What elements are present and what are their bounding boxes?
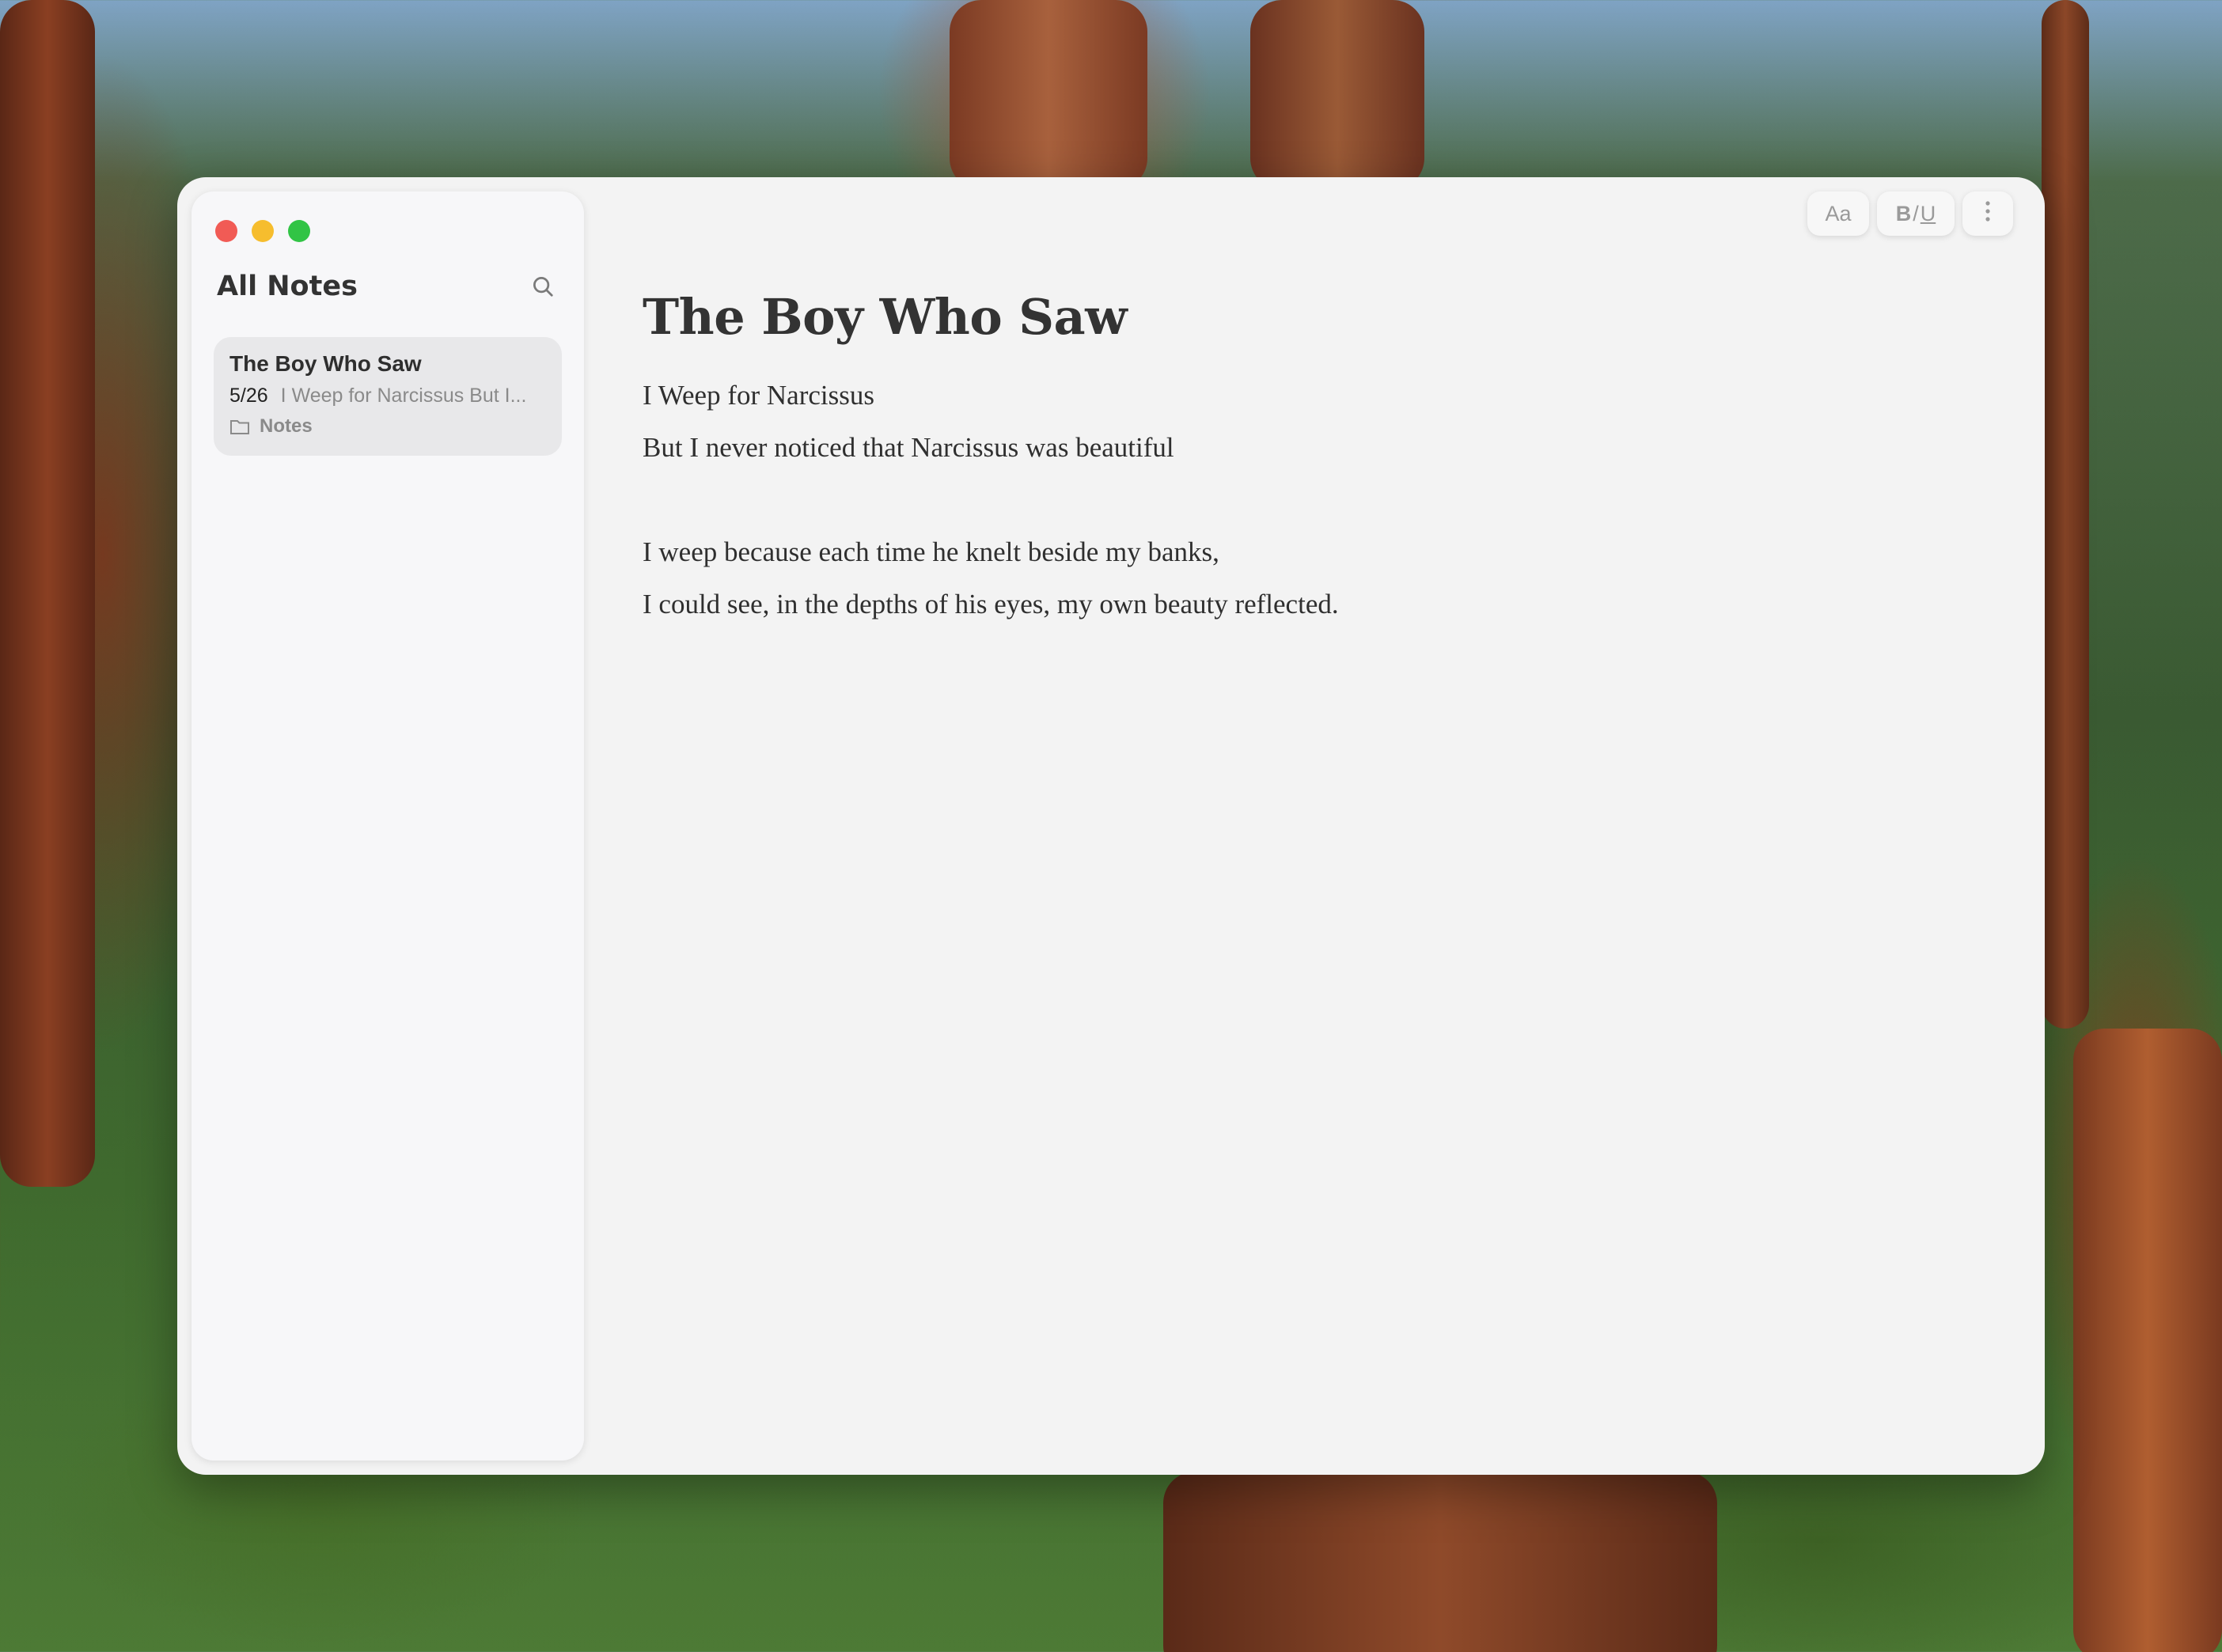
- bold-label: B: [1895, 201, 1912, 225]
- note-item-date: 5/26: [229, 385, 268, 407]
- search-icon[interactable]: [527, 271, 559, 302]
- notes-window: All Notes The Boy Who Saw 5/26 I Weep fo…: [177, 177, 2045, 1475]
- note-editor[interactable]: The Boy Who Saw I Weep for Narcissus But…: [643, 288, 1981, 631]
- close-button[interactable]: [215, 220, 237, 242]
- note-item-title: The Boy Who Saw: [229, 351, 422, 376]
- document-line-empty[interactable]: [643, 474, 1981, 526]
- sidebar-title: All Notes: [217, 271, 358, 302]
- document-title[interactable]: The Boy Who Saw: [643, 288, 1981, 346]
- document-line[interactable]: I could see, in the depths of his eyes, …: [643, 578, 1981, 631]
- more-options-button[interactable]: [1962, 191, 2013, 236]
- note-item-folder-label: Notes: [260, 415, 313, 437]
- note-list-item[interactable]: The Boy Who Saw 5/26 I Weep for Narcissu…: [214, 337, 562, 456]
- document-line[interactable]: I Weep for Narcissus: [643, 369, 1981, 422]
- editor-toolbar: Aa B / U: [1807, 191, 2013, 236]
- text-format-button[interactable]: B / U: [1877, 191, 1955, 236]
- window-controls: [215, 220, 310, 242]
- note-item-folder: Notes: [229, 415, 546, 438]
- sidebar-header: All Notes: [217, 271, 559, 302]
- note-item-meta: 5/26 I Weep for Narcissus But I...: [229, 385, 546, 407]
- more-vertical-icon: [1985, 199, 1991, 229]
- document-line[interactable]: I weep because each time he knelt beside…: [643, 526, 1981, 578]
- minimize-button[interactable]: [252, 220, 274, 242]
- folder-icon: [229, 418, 250, 435]
- underline-label: U: [1920, 201, 1936, 225]
- sidebar: All Notes The Boy Who Saw 5/26 I Weep fo…: [191, 191, 584, 1461]
- note-item-preview: I Weep for Narcissus But I...: [280, 385, 527, 407]
- font-style-label: Aa: [1825, 201, 1852, 225]
- slash-label: /: [1913, 201, 1919, 225]
- zoom-button[interactable]: [288, 220, 310, 242]
- document-line[interactable]: But I never noticed that Narcissus was b…: [643, 422, 1981, 474]
- font-style-button[interactable]: Aa: [1807, 191, 1869, 236]
